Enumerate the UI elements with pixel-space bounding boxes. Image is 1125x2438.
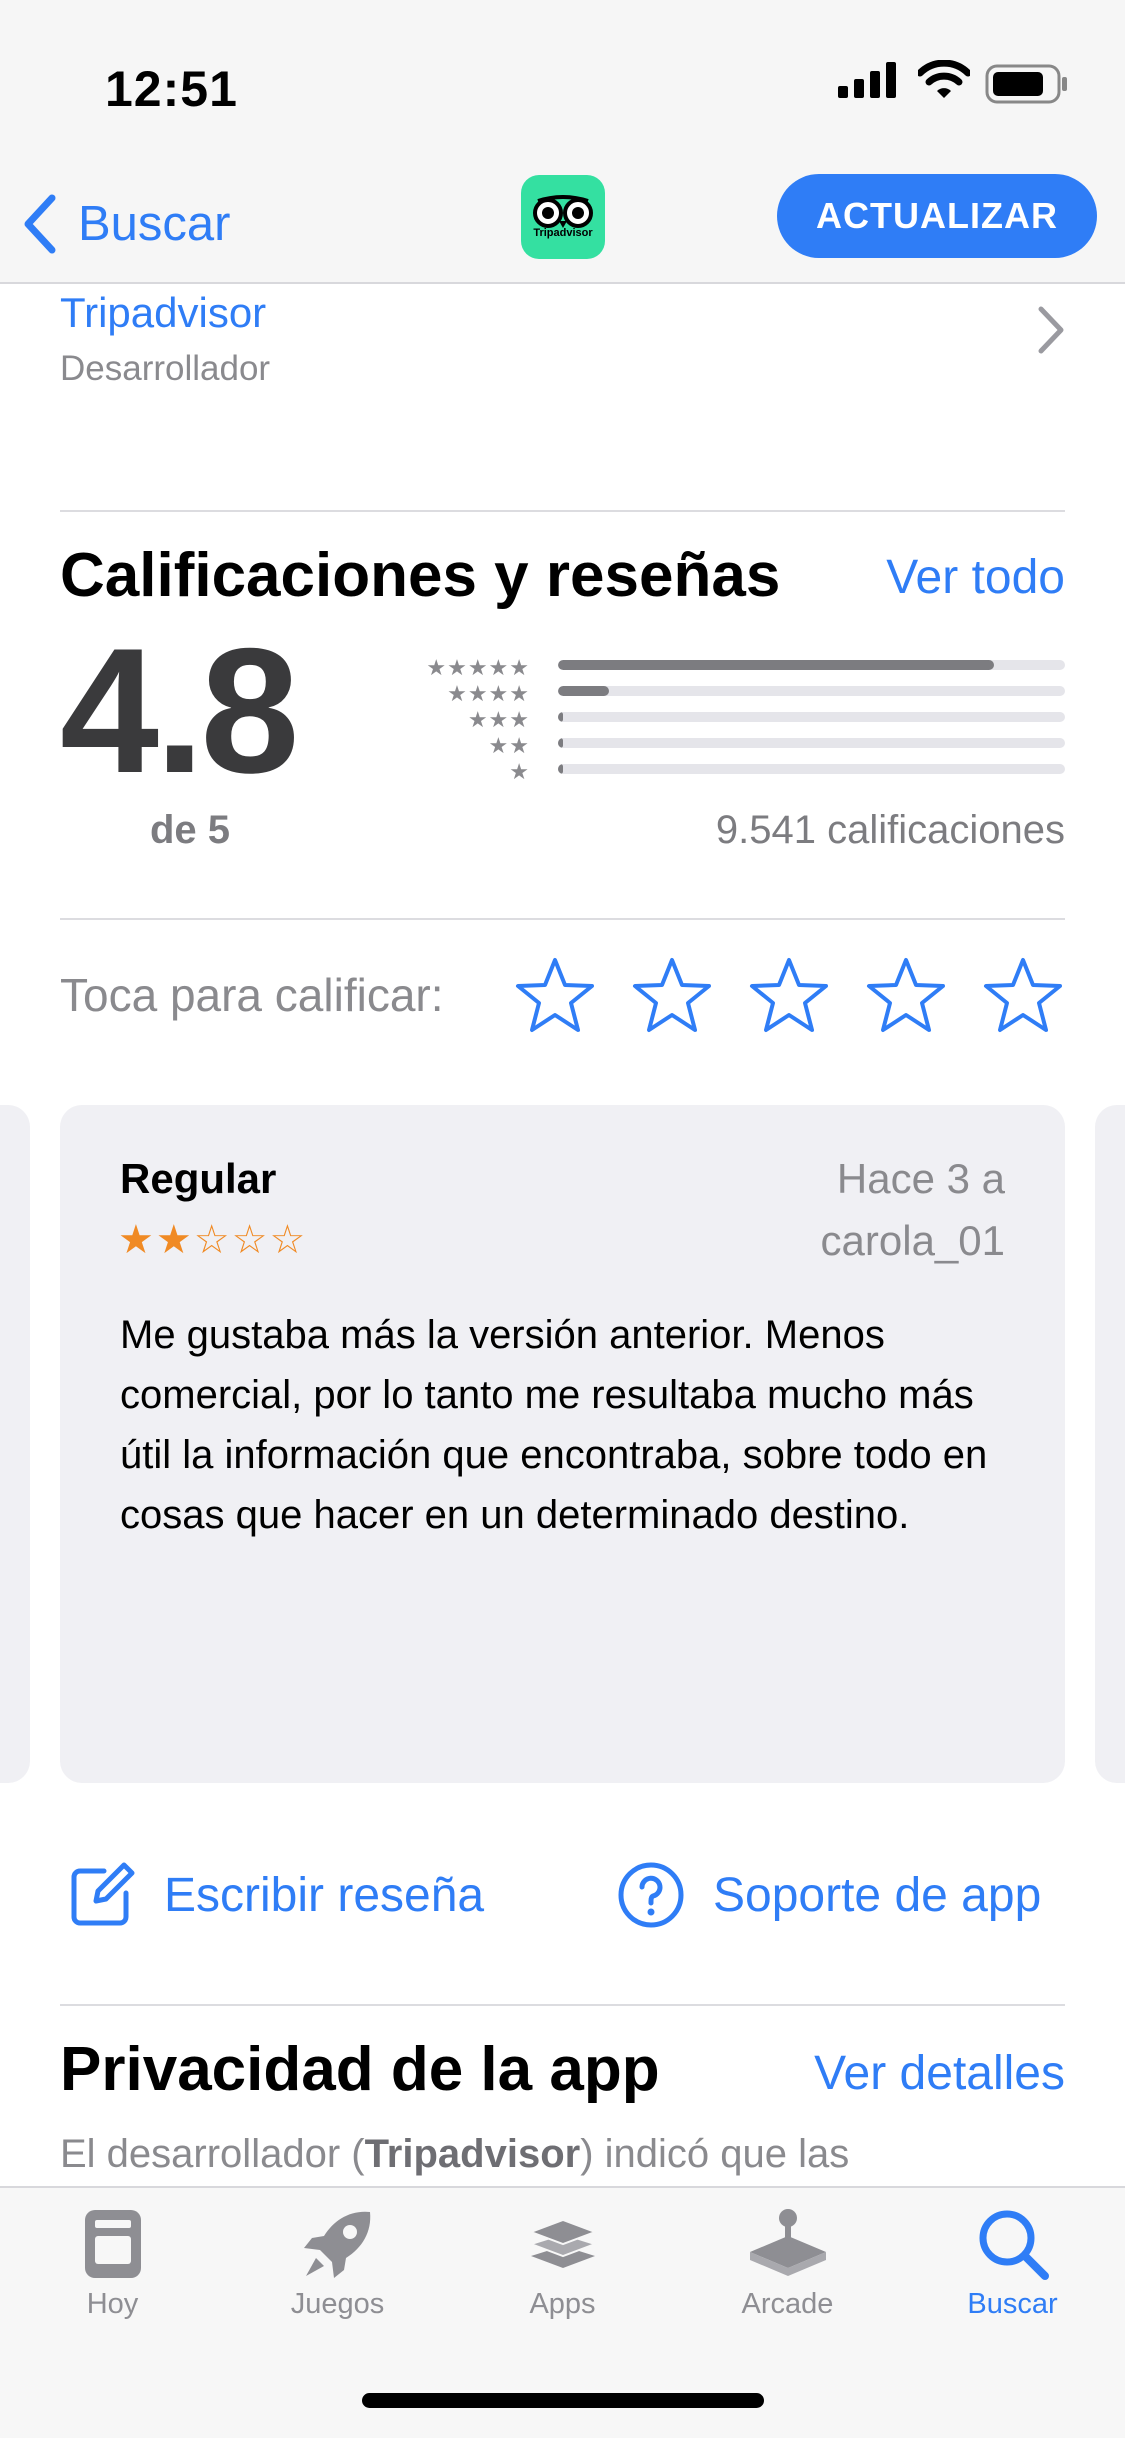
divider xyxy=(60,918,1065,920)
tab-search[interactable]: Buscar xyxy=(900,2206,1125,2321)
apps-stack-icon xyxy=(527,2218,598,2268)
tab-label: Arcade xyxy=(741,2288,834,2320)
histogram-track xyxy=(558,660,1065,670)
review-body: Me gustaba más la versión anterior. Meno… xyxy=(120,1313,988,1537)
divider xyxy=(60,510,1065,512)
histogram-track xyxy=(558,738,1065,748)
star-outline-icon[interactable] xyxy=(632,955,712,1035)
app-support-label: Soporte de app xyxy=(713,1868,1042,1922)
status-time: 12:51 xyxy=(105,61,238,117)
question-circle-icon xyxy=(618,1862,684,1928)
privacy-details-link[interactable]: Ver detalles xyxy=(814,2046,1065,2101)
review-stars: ★★☆☆☆ xyxy=(118,1218,308,1262)
developer-name-link[interactable]: Tripadvisor xyxy=(60,289,266,337)
review-card-previous[interactable] xyxy=(0,1105,30,1783)
nav-bar: Buscar Tripadvisor ACTUALIZAR xyxy=(0,170,1125,284)
privacy-desc-developer: Tripadvisor xyxy=(364,2132,581,2176)
review-date: Hace 3 a xyxy=(836,1155,1005,1202)
privacy-desc-prefix: El desarrollador ( xyxy=(60,2132,365,2176)
tab-arcade[interactable]: Arcade xyxy=(675,2206,900,2321)
tripadvisor-logo-icon: Tripadvisor xyxy=(521,175,605,259)
tap-to-rate-label: Toca para calificar: xyxy=(60,969,444,1021)
tab-label: Hoy xyxy=(86,2288,139,2320)
review-card[interactable]: Regular ★★☆☆☆ Hace 3 a carola_01 Me gust… xyxy=(60,1105,1065,1783)
tab-apps[interactable]: Apps xyxy=(450,2206,675,2321)
histogram-bar xyxy=(558,686,609,696)
today-icon xyxy=(84,2210,141,2278)
privacy-description: El desarrollador (Tripadvisor) indicó qu… xyxy=(60,2132,849,2177)
divider xyxy=(60,2004,1065,2006)
ratings-section-title: Calificaciones y reseñas xyxy=(60,541,781,610)
histogram-track xyxy=(558,764,1065,774)
star-row-label: ★★★★ xyxy=(447,681,530,706)
rating-out-of: de 5 xyxy=(150,808,231,852)
star-row-label: ★★ xyxy=(488,733,530,758)
status-bar: 12:51 xyxy=(0,0,1125,170)
see-all-link[interactable]: Ver todo xyxy=(886,550,1065,605)
compose-icon xyxy=(71,1862,135,1926)
histogram-track xyxy=(558,712,1065,722)
wifi-icon xyxy=(918,60,970,98)
star-row-label: ★★★ xyxy=(467,707,530,732)
logo-wordmark: Tripadvisor xyxy=(533,227,593,239)
developer-row[interactable]: Tripadvisor Desarrollador xyxy=(60,285,1065,395)
review-card-next[interactable] xyxy=(1095,1105,1125,1783)
write-review-button[interactable]: Escribir reseña xyxy=(68,1855,484,1935)
rocket-icon xyxy=(303,2211,370,2278)
star-outline-icon[interactable] xyxy=(983,955,1063,1035)
search-icon xyxy=(979,2210,1049,2280)
cellular-signal-icon xyxy=(838,62,896,98)
joystick-icon xyxy=(749,2209,826,2276)
privacy-desc-suffix: ) indicó que las xyxy=(580,2132,850,2176)
chevron-right-icon xyxy=(1038,306,1064,354)
star-outline-icon[interactable] xyxy=(515,955,595,1035)
histogram-bar xyxy=(558,738,564,748)
star-row-label: ★ xyxy=(509,759,530,784)
tab-games[interactable]: Juegos xyxy=(225,2206,450,2321)
histogram-bar xyxy=(558,712,564,722)
rating-histogram xyxy=(558,660,1065,790)
star-rows: ★★★★★ ★★★★ ★★★ ★★ ★ xyxy=(400,655,530,785)
developer-caption: Desarrollador xyxy=(60,349,271,388)
tab-label: Buscar xyxy=(967,2288,1058,2320)
average-rating: 4.8 xyxy=(60,611,299,810)
review-author: carola_01 xyxy=(820,1217,1005,1264)
tab-label: Apps xyxy=(529,2288,596,2320)
histogram-bar xyxy=(558,764,564,774)
chevron-left-icon xyxy=(24,194,56,254)
write-review-label: Escribir reseña xyxy=(164,1868,485,1922)
tab-label: Juegos xyxy=(290,2288,385,2320)
histogram-track xyxy=(558,686,1065,696)
battery-icon xyxy=(985,64,1067,104)
update-button[interactable]: ACTUALIZAR xyxy=(777,174,1097,258)
privacy-section-title: Privacidad de la app xyxy=(60,2035,660,2104)
star-row-label: ★★★★★ xyxy=(426,655,530,680)
tap-to-rate-stars xyxy=(515,955,1063,1035)
back-button-label: Buscar xyxy=(78,197,231,251)
histogram-bar xyxy=(558,660,995,670)
star-outline-icon[interactable] xyxy=(749,955,829,1035)
tab-today[interactable]: Hoy xyxy=(0,2206,225,2321)
star-outline-icon[interactable] xyxy=(866,955,946,1035)
back-button[interactable]: Buscar xyxy=(22,184,231,264)
home-indicator xyxy=(362,2393,764,2408)
owl-eyes-icon xyxy=(533,195,593,228)
ratings-count: 9.541 calificaciones xyxy=(715,808,1065,852)
review-title: Regular xyxy=(120,1155,277,1202)
app-support-button[interactable]: Soporte de app xyxy=(617,1855,1041,1935)
